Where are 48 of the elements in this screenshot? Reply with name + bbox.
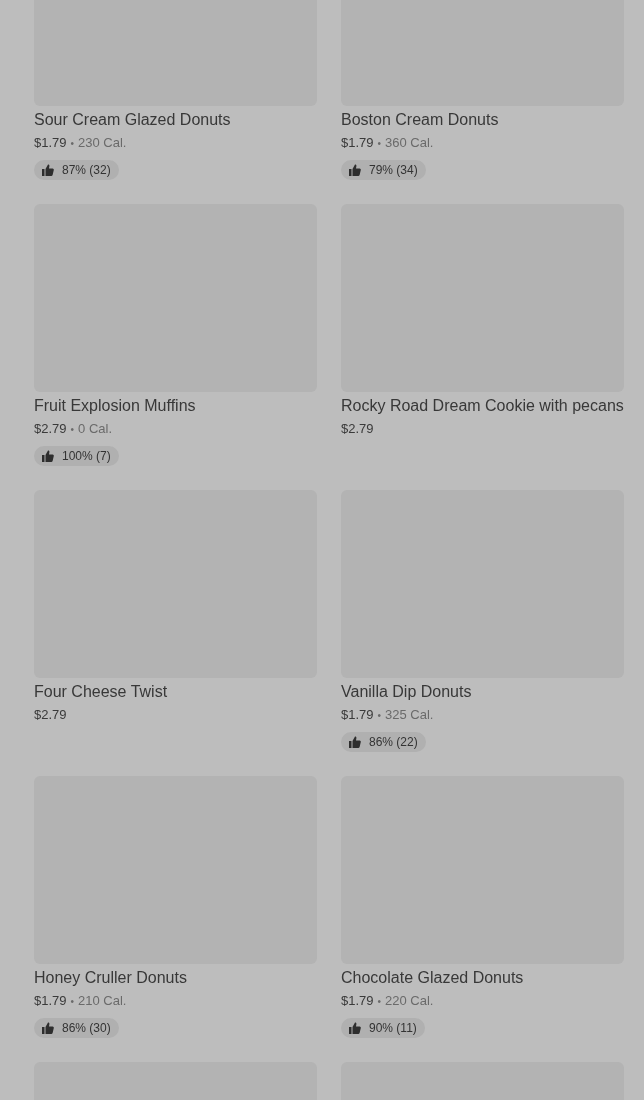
thumbs-up-icon bbox=[349, 736, 361, 748]
rating-badge: 87% (32) bbox=[34, 160, 119, 180]
item-price: $2.79 bbox=[34, 707, 67, 722]
rating-badge: 100% (7) bbox=[34, 446, 119, 466]
thumbs-up-icon bbox=[42, 164, 54, 176]
item-price: $2.79 bbox=[341, 421, 374, 436]
item-name: Four Cheese Twist bbox=[34, 682, 168, 702]
rating-badge: 90% (11) bbox=[341, 1018, 425, 1038]
item-name: Fruit Explosion Muffins bbox=[34, 396, 196, 416]
menu-item-card[interactable]: Vanilla Dip Donuts $1.79 • 325 Cal. 86% (22) bbox=[341, 490, 624, 752]
item-calories: 210 Cal. bbox=[78, 993, 127, 1008]
separator-dot: • bbox=[70, 424, 75, 435]
item-price: $1.79 bbox=[34, 135, 67, 150]
item-price: $1.79 bbox=[341, 993, 374, 1008]
separator-dot: • bbox=[377, 710, 382, 721]
thumbs-up-icon bbox=[42, 1022, 54, 1034]
item-price: $1.79 bbox=[341, 707, 374, 722]
item-price: $2.79 bbox=[34, 421, 67, 436]
menu-item-card[interactable]: Rocky Road Dream Cookie with pecans $2.79 bbox=[341, 204, 624, 466]
item-calories: 0 Cal. bbox=[78, 421, 113, 436]
item-name: Chocolate Glazed Donuts bbox=[341, 968, 524, 988]
item-price: $1.79 bbox=[341, 135, 374, 150]
menu-item-card[interactable]: Four Cheese Twist $2.79 bbox=[34, 490, 317, 752]
item-calories: 325 Cal. bbox=[385, 707, 434, 722]
thumbs-up-icon bbox=[349, 1022, 361, 1034]
separator-dot: • bbox=[70, 138, 75, 149]
rating-badge: 86% (30) bbox=[34, 1018, 119, 1038]
separator-dot: • bbox=[377, 996, 382, 1007]
item-price: $1.79 bbox=[34, 993, 67, 1008]
menu-item-card[interactable]: Sour Cream Glazed Donuts $1.79 • 230 Cal. 87% (32) bbox=[34, 0, 317, 180]
rating-badge: 86% (22) bbox=[341, 732, 426, 752]
separator-dot: • bbox=[70, 996, 75, 1007]
item-calories: 220 Cal. bbox=[385, 993, 434, 1008]
item-calories: 230 Cal. bbox=[78, 135, 127, 150]
item-name: Boston Cream Donuts bbox=[341, 110, 499, 130]
menu-item-card[interactable]: Honey Cruller Donuts $1.79 • 210 Cal. 86% (30) bbox=[34, 776, 317, 1038]
item-name: Sour Cream Glazed Donuts bbox=[34, 110, 231, 130]
menu-item-card[interactable]: Boston Cream Donuts $1.79 • 360 Cal. 79% (34) bbox=[341, 0, 624, 180]
item-name: Honey Cruller Donuts bbox=[34, 968, 187, 988]
item-name: Vanilla Dip Donuts bbox=[341, 682, 472, 702]
item-calories: 360 Cal. bbox=[385, 135, 434, 150]
thumbs-up-icon bbox=[42, 450, 54, 462]
thumbs-up-icon bbox=[349, 164, 361, 176]
separator-dot: • bbox=[377, 138, 382, 149]
item-name: Rocky Road Dream Cookie with pecans bbox=[341, 396, 624, 416]
menu-item-card[interactable]: Fruit Explosion Muffins $2.79 • 0 Cal. 100% (7) bbox=[34, 204, 317, 466]
rating-badge: 79% (34) bbox=[341, 160, 426, 180]
menu-item-card[interactable]: Chocolate Glazed Donuts $1.79 • 220 Cal. 90% (11) bbox=[341, 776, 624, 1038]
